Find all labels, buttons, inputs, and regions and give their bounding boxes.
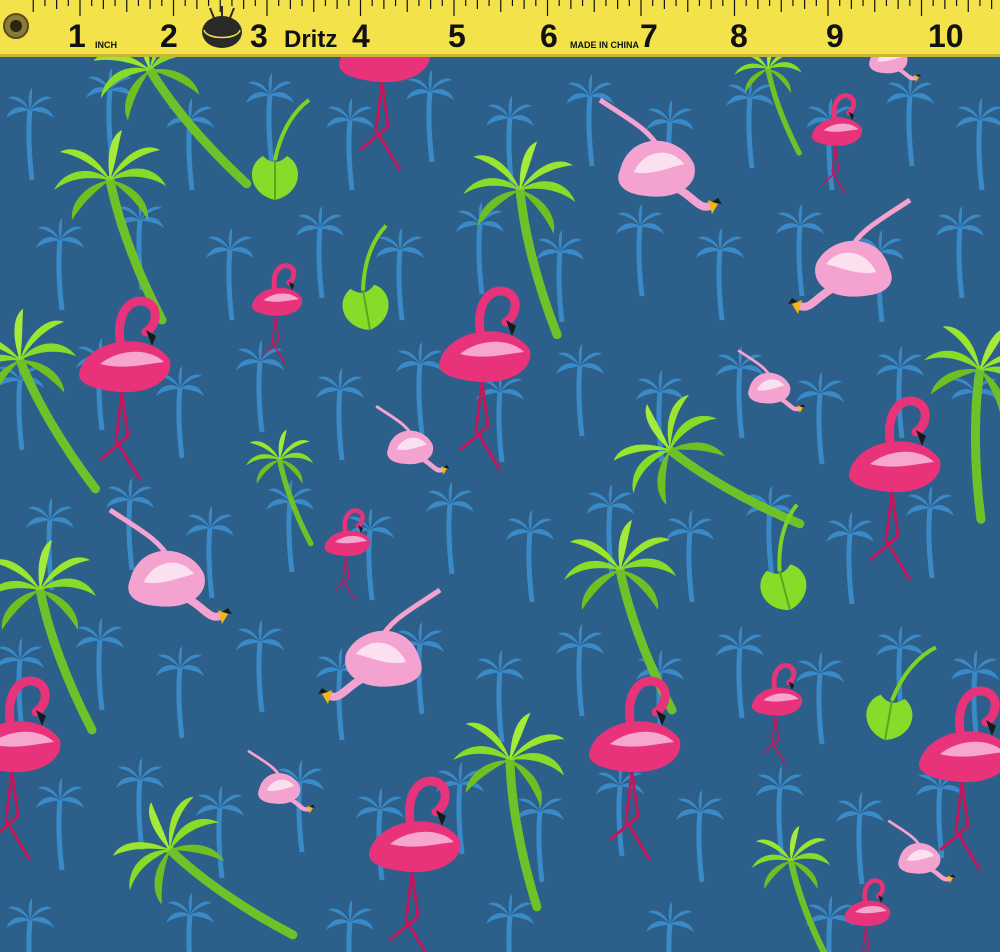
ruler-number-6: 6 <box>540 18 558 54</box>
ruler-number-9: 9 <box>826 18 844 54</box>
ruler-number-3: 3 <box>250 18 268 54</box>
ruler-number-4: 4 <box>352 18 370 54</box>
ruler-number-7: 7 <box>640 18 658 54</box>
ruler-number-10: 10 <box>928 18 964 54</box>
ruler-number-8: 8 <box>730 18 748 54</box>
measuring-ruler: 1 INCH 2 3 Dritz 4 5 6 MADE IN CHINA 7 8… <box>0 0 1000 57</box>
ruler-unit-label: INCH <box>95 40 117 50</box>
fabric-photo: 1 INCH 2 3 Dritz 4 5 6 MADE IN CHINA 7 8… <box>0 0 1000 952</box>
ruler-origin-label: MADE IN CHINA <box>570 40 639 50</box>
ruler-number-1: 1 <box>68 18 86 54</box>
ruler-number-2: 2 <box>160 18 178 54</box>
ruler-brand: Dritz <box>284 26 337 53</box>
ruler-number-5: 5 <box>448 18 466 54</box>
